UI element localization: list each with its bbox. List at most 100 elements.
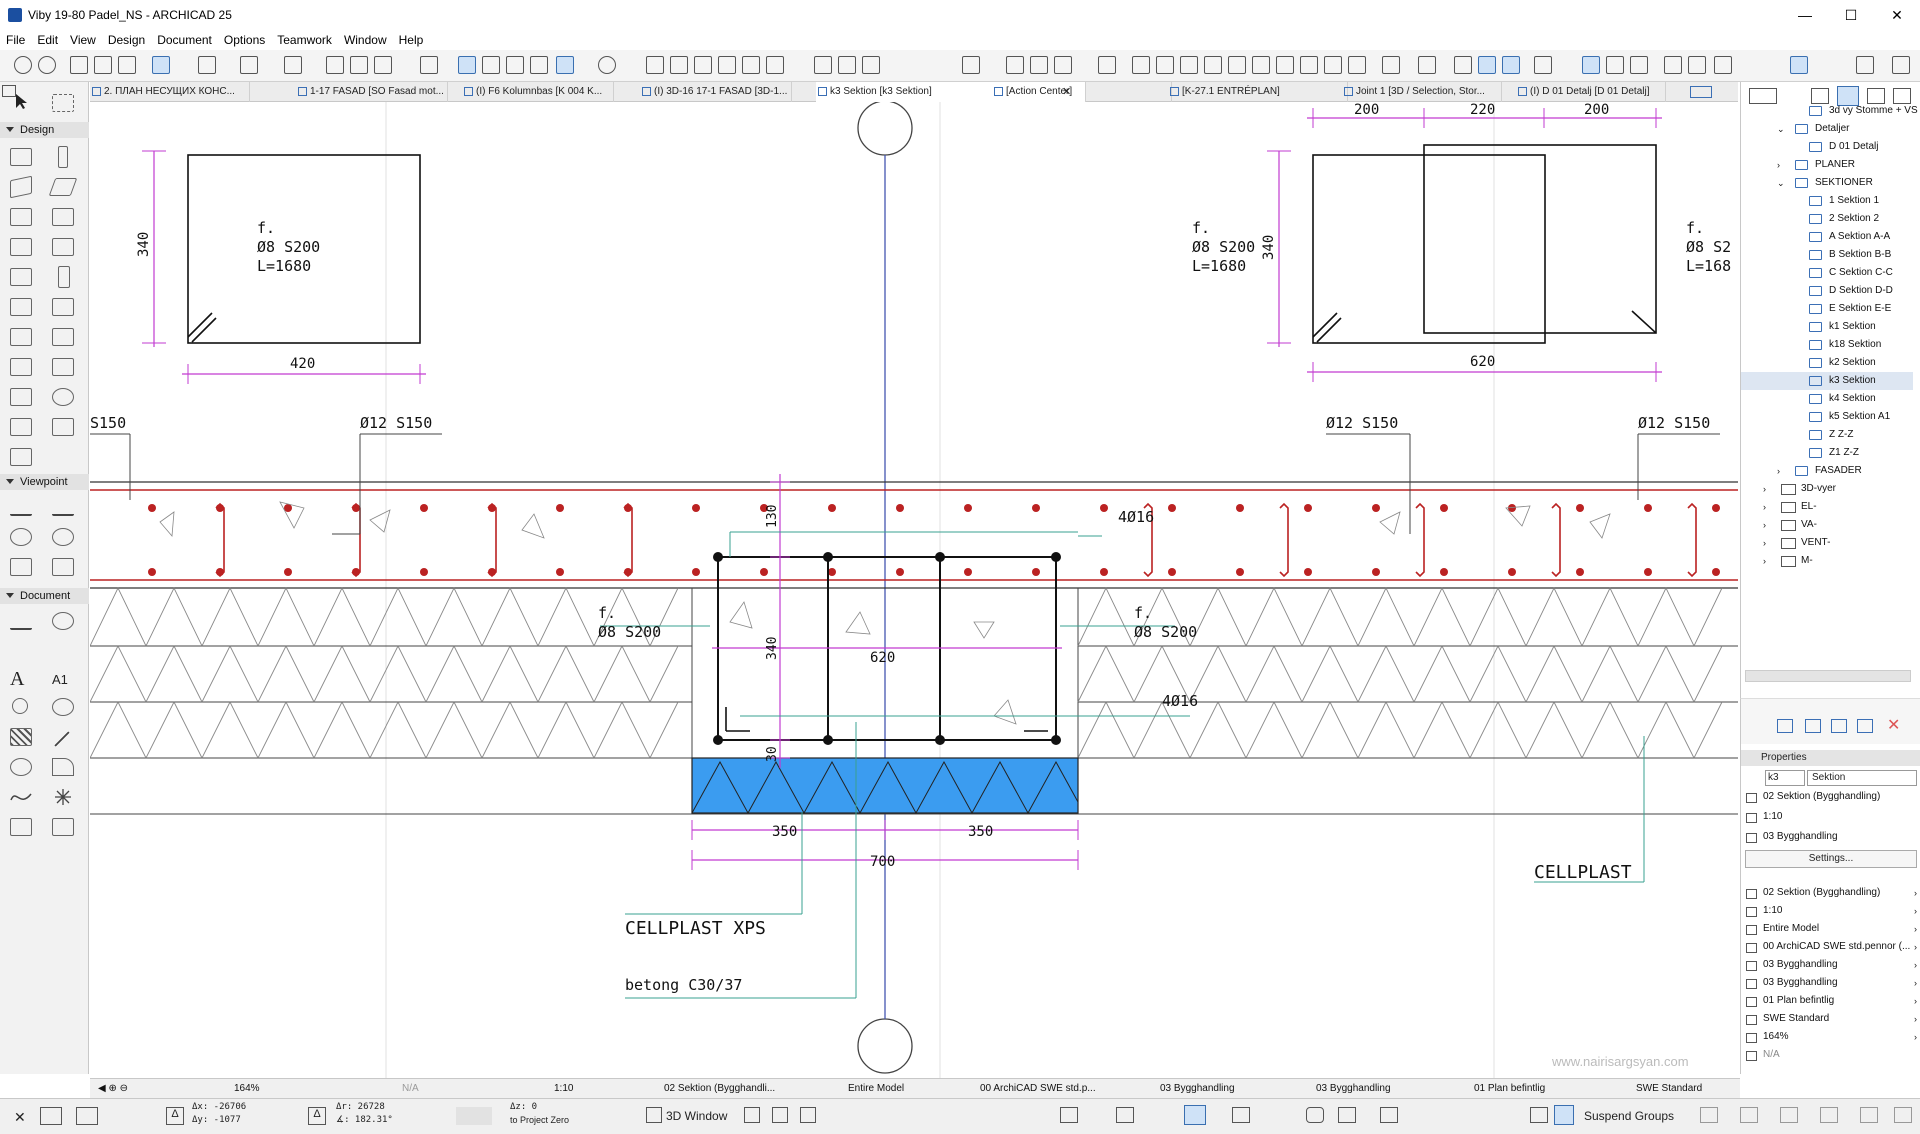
- flag-icon[interactable]: [814, 56, 832, 74]
- window-icon[interactable]: [1030, 56, 1048, 74]
- rotate-icon[interactable]: [1780, 1107, 1798, 1123]
- navigator-item[interactable]: D Sektion D-D: [1741, 282, 1913, 300]
- marker-tool-icon[interactable]: [12, 698, 28, 714]
- arc-tool-icon[interactable]: [1688, 56, 1706, 74]
- snap-guides-icon[interactable]: [152, 56, 170, 74]
- circle-tool-icon[interactable]: [10, 758, 32, 776]
- measure-icon[interactable]: [1582, 56, 1600, 74]
- intersect-icon[interactable]: [718, 56, 736, 74]
- elevation-tool-icon[interactable]: [52, 498, 74, 516]
- roof-icon[interactable]: [1156, 56, 1174, 74]
- navigator-item[interactable]: B Sektion B-B: [1741, 246, 1913, 264]
- toolbox-section-viewpoint[interactable]: Viewpoint: [0, 474, 89, 490]
- menu-view[interactable]: View: [64, 33, 102, 47]
- adjust-icon[interactable]: [694, 56, 712, 74]
- change-tool-icon[interactable]: [52, 698, 74, 716]
- panel-icon[interactable]: [52, 418, 74, 436]
- curtain-wall-icon[interactable]: [1228, 56, 1246, 74]
- navigator-scrollbar[interactable]: [1745, 670, 1911, 682]
- railing-icon[interactable]: [1300, 56, 1318, 74]
- chair-object-icon[interactable]: [10, 388, 32, 406]
- orientation-value[interactable]: N/A: [402, 1079, 462, 1099]
- mesh-icon[interactable]: [1204, 56, 1222, 74]
- render-icon[interactable]: [1338, 1107, 1356, 1123]
- magic-wand-icon[interactable]: [458, 56, 476, 74]
- navigator-item[interactable]: k1 Sektion: [1741, 318, 1913, 336]
- navigator-item[interactable]: › FASADER: [1741, 462, 1913, 480]
- slab-icon[interactable]: [1132, 56, 1150, 74]
- shell-tool-icon[interactable]: [52, 208, 74, 226]
- chevron-right-icon[interactable]: ›: [1777, 462, 1780, 480]
- polygon-icon[interactable]: [766, 56, 784, 74]
- stair-icon[interactable]: [962, 56, 980, 74]
- navigator-item[interactable]: › M-: [1741, 552, 1913, 570]
- navigator-item[interactable]: C Sektion C-C: [1741, 264, 1913, 282]
- navigator-item[interactable]: A Sektion A-A: [1741, 228, 1913, 246]
- wall-tool-icon[interactable]: [1790, 56, 1808, 74]
- clone-view-icon[interactable]: [1805, 719, 1821, 733]
- roof-tool-icon[interactable]: [10, 208, 32, 226]
- navigator-item[interactable]: 2 Sektion 2: [1741, 210, 1913, 228]
- lamp-icon[interactable]: [52, 388, 74, 406]
- line-tool-side-icon[interactable]: [54, 731, 70, 747]
- label-tool-icon[interactable]: A1: [52, 672, 68, 687]
- dimension-standard[interactable]: 03 Bygghandling: [1160, 1079, 1260, 1099]
- orbit-icon[interactable]: [800, 1107, 816, 1123]
- section-drawing-canvas[interactable]: f. Ø8 S200 L=1680 340 420 f. Ø8 S200 L=1…: [90, 102, 1738, 1078]
- settings-button[interactable]: Settings...: [1745, 850, 1917, 868]
- hotspot-icon[interactable]: [52, 788, 74, 806]
- suspend-groups-button[interactable]: Suspend Groups: [1584, 1109, 1674, 1123]
- coordinate-snap-icon[interactable]: [40, 1107, 62, 1125]
- elevate-icon[interactable]: [1700, 1107, 1718, 1123]
- chevron-right-icon[interactable]: ›: [1763, 498, 1766, 516]
- markup-icon[interactable]: [1380, 1107, 1398, 1123]
- lock-icon[interactable]: [420, 56, 438, 74]
- explore-icon[interactable]: [1060, 1107, 1078, 1123]
- menu-file[interactable]: File: [0, 33, 31, 47]
- view-id-field[interactable]: k3: [1765, 770, 1805, 786]
- object-tool-icon[interactable]: [10, 328, 32, 346]
- zoom-value[interactable]: 164%: [234, 1079, 294, 1099]
- navigator-item[interactable]: › EL-: [1741, 498, 1913, 516]
- pen-slope-icon[interactable]: [456, 1107, 492, 1125]
- overflow-icon[interactable]: [1892, 56, 1910, 74]
- dimension-tool-icon[interactable]: [10, 612, 32, 630]
- relative-construction-icon[interactable]: [76, 1107, 98, 1125]
- navigator-item[interactable]: D 01 Detalj: [1741, 138, 1913, 156]
- inject-icon[interactable]: [94, 56, 112, 74]
- coord-dx[interactable]: Δx: -26706: [192, 1102, 246, 1112]
- navigator-item[interactable]: k3 Sektion: [1741, 372, 1913, 390]
- mesh-tool-icon[interactable]: [10, 358, 32, 376]
- property-row-renovation[interactable]: 01 Plan befintlig ›: [1741, 992, 1920, 1010]
- camera-snapshot-icon[interactable]: [1306, 1107, 1324, 1123]
- spline-side-icon[interactable]: [10, 788, 32, 806]
- menu-options[interactable]: Options: [218, 33, 271, 47]
- navigator-item[interactable]: Z1 Z-Z: [1741, 444, 1913, 462]
- property-row-zoom[interactable]: 164% ›: [1741, 1028, 1920, 1046]
- navigator-item[interactable]: ⌄ Detaljer: [1741, 120, 1913, 138]
- slab-tool-icon[interactable]: [48, 178, 78, 196]
- rotated-grid-icon[interactable]: [1454, 56, 1472, 74]
- figure-tool-icon[interactable]: [10, 818, 32, 836]
- tab-3d-fasad[interactable]: (I) 3D-16 17-1 FASAD [3D-1...: [640, 82, 792, 102]
- chevron-right-icon[interactable]: ›: [1763, 534, 1766, 552]
- view-filter-icon[interactable]: [1184, 1105, 1206, 1125]
- grid-snap-icon[interactable]: [284, 56, 302, 74]
- railing-tool-icon[interactable]: [52, 238, 74, 256]
- graphic-override[interactable]: 03 Bygghandling: [1316, 1079, 1416, 1099]
- sun-icon[interactable]: [1116, 1107, 1134, 1123]
- property-row-layer-combo[interactable]: 02 Sektion (Bygghandling) ›: [1741, 884, 1920, 902]
- pick-up-icon[interactable]: [70, 56, 88, 74]
- interior-elevation-icon[interactable]: [10, 528, 32, 546]
- properties-scale[interactable]: 1:10: [1741, 808, 1920, 826]
- group-icon[interactable]: [1530, 1107, 1548, 1123]
- delete-icon[interactable]: ✕: [1887, 715, 1900, 735]
- tab-kolumnbas[interactable]: (I) F6 Kolumnbas [K 004 K...: [462, 82, 614, 102]
- tab-plan[interactable]: 2. ПЛАН НЕСУЩИХ КОНС...: [90, 82, 250, 102]
- morph-tool-icon[interactable]: [52, 358, 74, 376]
- split-icon[interactable]: [646, 56, 664, 74]
- arc-side-icon[interactable]: [52, 758, 74, 776]
- curtain-wall-tool-icon[interactable]: [10, 268, 32, 286]
- property-row-model-view[interactable]: 03 Bygghandling ›: [1741, 956, 1920, 974]
- text-tool-icon[interactable]: A: [10, 668, 24, 691]
